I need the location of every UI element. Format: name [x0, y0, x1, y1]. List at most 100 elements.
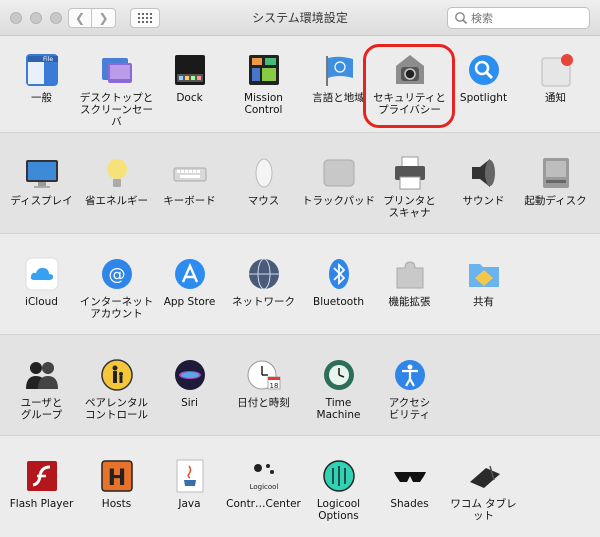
time-machine-icon	[321, 357, 357, 393]
pref-mission-control[interactable]: Mission Control	[226, 52, 301, 116]
pref-mouse[interactable]: マウス	[226, 155, 301, 207]
pref-keyboard[interactable]: キーボード	[152, 155, 227, 207]
pref-icloud[interactable]: iCloud	[4, 256, 79, 308]
pref-label: iCloud	[25, 296, 58, 308]
pref-wacom-tablet[interactable]: ワコム タブレット	[446, 458, 521, 522]
pref-label: Logicool Options	[316, 498, 361, 522]
system-preferences-window: ❮ ❯ システム環境設定 検索 File 一般 デスクトップと スクリーンセーバ…	[0, 0, 600, 537]
pref-label: Hosts	[101, 498, 132, 510]
show-all-button[interactable]	[130, 8, 160, 28]
pref-users-groups[interactable]: ユーザと グループ	[4, 357, 79, 421]
pref-parental-controls[interactable]: ペアレンタル コントロール	[79, 357, 154, 421]
pref-label: ペアレンタル コントロール	[85, 397, 148, 421]
pref-spotlight[interactable]: Spotlight	[446, 52, 521, 104]
pref-label: Shades	[390, 498, 429, 510]
sound-icon	[466, 155, 502, 191]
pref-label: Bluetooth	[313, 296, 364, 308]
pref-notifications[interactable]: 通知	[518, 52, 593, 104]
pref-app-store[interactable]: App Store	[152, 256, 227, 308]
pref-label: ユーザと グループ	[20, 397, 63, 421]
pref-shades[interactable]: Shades	[372, 458, 447, 510]
zoom-button[interactable]	[50, 12, 62, 24]
energy-saver-icon	[99, 155, 135, 191]
pref-label: プリンタと スキャナ	[383, 195, 436, 219]
network-icon	[246, 256, 282, 292]
pref-display[interactable]: ディスプレイ	[4, 155, 79, 207]
pref-label: Dock	[176, 92, 203, 104]
pref-sound[interactable]: サウンド	[446, 155, 521, 207]
minimize-button[interactable]	[30, 12, 42, 24]
pref-logicool-options[interactable]: Logicool Options	[301, 458, 376, 522]
navigation-buttons: ❮ ❯	[68, 8, 116, 28]
icloud-icon	[24, 256, 60, 292]
pref-java[interactable]: Java	[152, 458, 227, 510]
date-time-icon: 18	[246, 357, 282, 393]
svg-text:18: 18	[269, 382, 278, 390]
forward-button[interactable]: ❯	[92, 8, 116, 28]
pref-internet-accounts[interactable]: @ インターネット アカウント	[79, 256, 154, 320]
pref-printers-scanners[interactable]: プリンタと スキャナ	[372, 155, 447, 219]
sharing-icon	[466, 256, 502, 292]
pref-siri[interactable]: Siri	[152, 357, 227, 409]
search-icon	[455, 12, 468, 25]
pref-label: インターネット アカウント	[79, 296, 154, 320]
pref-extensions[interactable]: 機能拡張	[372, 256, 447, 308]
desktop-icon	[99, 52, 135, 88]
keyboard-icon	[172, 155, 208, 191]
pref-sharing[interactable]: 共有	[446, 256, 521, 308]
highlight-annotation	[363, 44, 455, 128]
window-controls	[10, 12, 62, 24]
mouse-icon	[246, 155, 282, 191]
pref-logicool-control-center[interactable]: Logicool Contr…Center	[226, 458, 301, 510]
pref-label: Mission Control	[244, 92, 283, 116]
pref-label: App Store	[163, 296, 216, 308]
pref-hosts[interactable]: H Hosts	[79, 458, 154, 510]
pref-desktop-screensaver[interactable]: デスクトップと スクリーンセーバ	[79, 52, 154, 128]
pref-label: 共有	[473, 296, 494, 308]
search-input[interactable]	[468, 11, 584, 25]
window-title: システム環境設定	[252, 11, 348, 25]
display-icon	[24, 155, 60, 191]
pref-label: 機能拡張	[388, 296, 431, 308]
close-button[interactable]	[10, 12, 22, 24]
pref-date-time[interactable]: 18 日付と時刻	[226, 357, 301, 409]
back-button[interactable]: ❮	[68, 8, 92, 28]
pref-label: 日付と時刻	[237, 397, 290, 409]
pref-flash-player[interactable]: Flash Player	[4, 458, 79, 510]
pref-label: 省エネルギー	[85, 195, 148, 207]
svg-text:Logicool: Logicool	[249, 483, 278, 491]
bluetooth-icon	[321, 256, 357, 292]
parental-controls-icon	[99, 357, 135, 393]
pref-startup-disk[interactable]: 起動ディスク	[518, 155, 593, 207]
pref-label: アクセシ ビリティ	[388, 397, 431, 421]
pref-network[interactable]: ネットワーク	[226, 256, 301, 308]
pref-dock[interactable]: Dock	[152, 52, 227, 104]
java-icon	[172, 458, 208, 494]
chevron-left-icon: ❮	[74, 11, 86, 25]
pref-label: サウンド	[462, 195, 505, 207]
extensions-icon	[392, 256, 428, 292]
pref-trackpad[interactable]: トラックパッド	[301, 155, 376, 207]
pref-bluetooth[interactable]: Bluetooth	[301, 256, 376, 308]
wacom-tablet-icon	[466, 458, 502, 494]
grid-icon	[138, 13, 152, 23]
printer-icon	[392, 155, 428, 191]
search-field[interactable]	[447, 7, 590, 29]
pref-label: 通知	[545, 92, 566, 104]
pref-label: 起動ディスク	[524, 195, 587, 207]
pref-time-machine[interactable]: Time Machine	[301, 357, 376, 421]
pref-energy-saver[interactable]: 省エネルギー	[79, 155, 154, 207]
spotlight-icon	[466, 52, 502, 88]
pref-general[interactable]: File 一般	[4, 52, 79, 104]
accessibility-icon	[392, 357, 428, 393]
pref-label: Spotlight	[459, 92, 508, 104]
pref-label: ディスプレイ	[10, 195, 73, 207]
mission-control-icon	[246, 52, 282, 88]
pref-accessibility[interactable]: アクセシ ビリティ	[372, 357, 447, 421]
app-store-icon	[172, 256, 208, 292]
general-icon: File	[24, 52, 60, 88]
startup-disk-icon	[538, 155, 574, 191]
pref-label: キーボード	[163, 195, 216, 207]
hosts-icon: H	[99, 458, 135, 494]
pref-label: ワコム タブレット	[450, 498, 517, 522]
